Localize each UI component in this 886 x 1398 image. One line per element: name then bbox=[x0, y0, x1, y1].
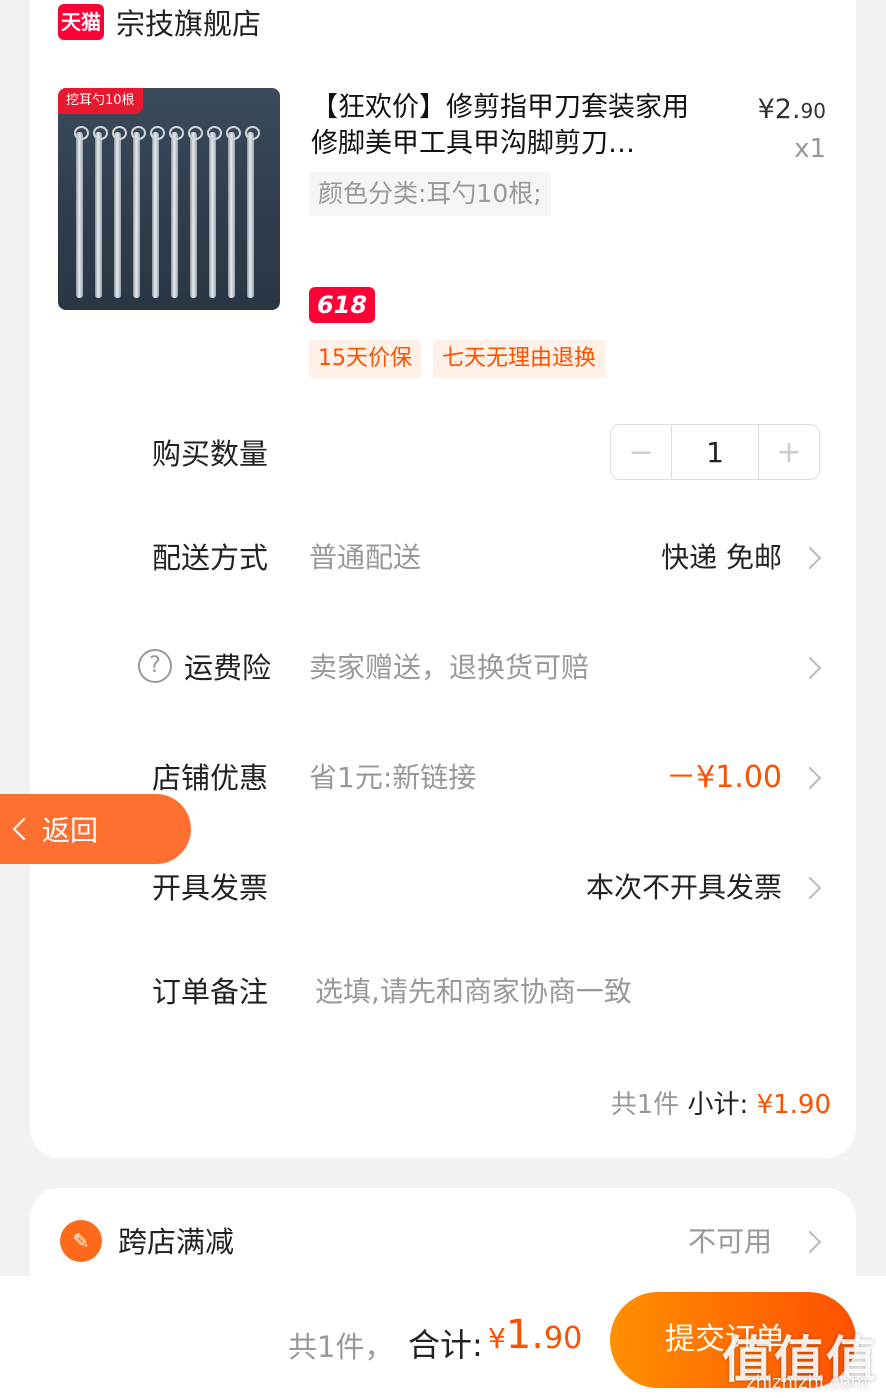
total-amount: ¥1.90 bbox=[488, 1312, 582, 1358]
store-discount-value[interactable]: 省1元:新链接 bbox=[309, 758, 476, 798]
delivery-value[interactable]: 普通配送 bbox=[309, 538, 421, 578]
chevron-right-icon[interactable] bbox=[798, 876, 822, 900]
product-title[interactable]: 【狂欢价】修剪指甲刀套装家用修脚美甲工具甲沟脚剪刀… bbox=[311, 90, 706, 162]
subtotal-label: 小计: bbox=[687, 1090, 749, 1120]
insurance-label: 运费险 bbox=[184, 651, 272, 685]
ear-pick-shape bbox=[188, 126, 203, 298]
promo-label: 跨店满减 bbox=[118, 1225, 235, 1259]
insurance-value[interactable]: 卖家赠送，退换货可赔 bbox=[309, 648, 589, 688]
invoice-label: 开具发票 bbox=[152, 871, 269, 905]
ear-pick-shape bbox=[131, 126, 146, 298]
back-button[interactable]: 返回 bbox=[0, 794, 191, 864]
quantity-minus-button[interactable]: − bbox=[611, 425, 671, 479]
store-discount-label: 店铺优惠 bbox=[152, 761, 269, 795]
total-symbol: ¥ bbox=[488, 1322, 506, 1355]
order-note-input[interactable]: 选填,请先和商家协商一致 bbox=[315, 972, 632, 1012]
price-integer: 2. bbox=[774, 94, 801, 125]
ear-pick-shape bbox=[93, 126, 108, 298]
badge-618: 618 bbox=[309, 287, 375, 323]
product-image-tag: 挖耳勺10根 bbox=[58, 88, 143, 114]
store-order-card: 天猫 宗技旗舰店 挖耳勺10根 【狂欢价】修剪指甲刀套装家用修脚美甲工具甲沟脚剪… bbox=[30, 0, 856, 1158]
tmall-logo: 天猫 bbox=[58, 4, 104, 40]
quantity-plus-button[interactable]: + bbox=[759, 425, 819, 479]
total-integer: 1. bbox=[505, 1312, 544, 1358]
chevron-right-icon[interactable] bbox=[798, 656, 822, 680]
chevron-right-icon[interactable] bbox=[798, 1230, 822, 1254]
ear-pick-shape bbox=[169, 126, 184, 298]
ear-pick-shape bbox=[112, 126, 127, 298]
store-name[interactable]: 宗技旗舰店 bbox=[116, 4, 261, 44]
back-button-label: 返回 bbox=[42, 814, 99, 847]
subtotal: 共1件 小计: ¥1.90 bbox=[611, 1084, 831, 1121]
product-price: ¥2.90 bbox=[758, 94, 826, 125]
total-label: 合计: bbox=[408, 1326, 483, 1364]
order-note-label: 订单备注 bbox=[152, 975, 269, 1009]
ear-pick-shape bbox=[245, 126, 260, 298]
discount-icon: ✎ bbox=[60, 1220, 102, 1262]
product-quantity: x1 bbox=[794, 134, 826, 164]
ear-pick-shape bbox=[150, 126, 165, 298]
watermark-url: zhizhizhi.com bbox=[746, 1372, 868, 1393]
delivery-shipping[interactable]: 快递 免邮 bbox=[661, 538, 782, 578]
ear-pick-shape bbox=[74, 126, 89, 298]
chevron-left-icon bbox=[12, 817, 36, 841]
product-sku[interactable]: 颜色分类:耳勺10根; bbox=[309, 172, 551, 216]
ear-pick-shape bbox=[207, 126, 222, 298]
subtotal-amount: 1.90 bbox=[773, 1090, 831, 1120]
tag-seven-day-return: 七天无理由退换 bbox=[433, 340, 606, 378]
store-discount-amount[interactable]: －¥1.00 bbox=[666, 758, 782, 798]
invoice-value[interactable]: 本次不开具发票 bbox=[586, 868, 782, 908]
quantity-label: 购买数量 bbox=[152, 437, 269, 471]
quantity-input[interactable]: 1 bbox=[671, 425, 759, 479]
price-symbol: ¥ bbox=[757, 94, 775, 125]
total-count: 共1件， bbox=[288, 1330, 394, 1364]
chevron-right-icon[interactable] bbox=[798, 546, 822, 570]
delivery-label: 配送方式 bbox=[152, 541, 269, 575]
quantity-stepper: − 1 + bbox=[610, 424, 820, 480]
promo-status[interactable]: 不可用 bbox=[688, 1222, 772, 1262]
subtotal-count: 共1件 bbox=[610, 1090, 680, 1120]
tag-price-protection: 15天价保 bbox=[309, 340, 421, 378]
subtotal-symbol: ¥ bbox=[756, 1090, 774, 1120]
price-decimal: 90 bbox=[800, 99, 826, 123]
product-image[interactable]: 挖耳勺10根 bbox=[58, 88, 280, 310]
chevron-right-icon[interactable] bbox=[798, 766, 822, 790]
ear-pick-shape bbox=[226, 126, 241, 298]
question-icon[interactable]: ? bbox=[138, 649, 172, 683]
total-decimal: 90 bbox=[544, 1321, 583, 1356]
